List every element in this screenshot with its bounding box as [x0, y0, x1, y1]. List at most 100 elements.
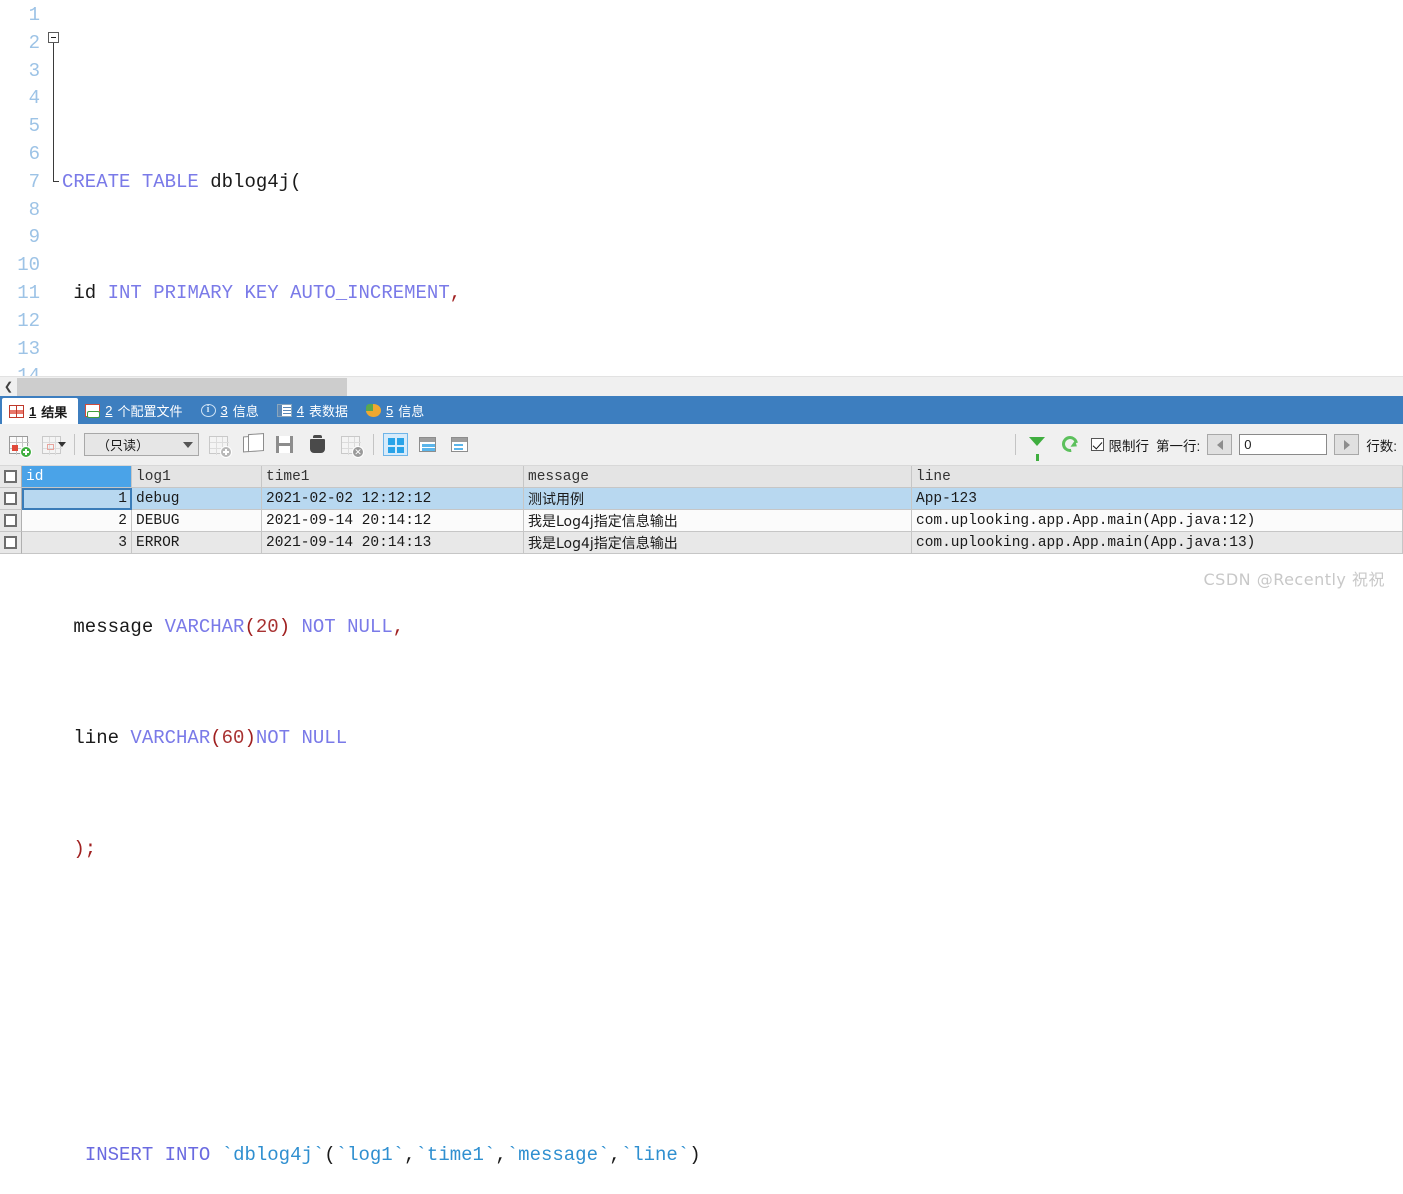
info-icon: i: [200, 403, 216, 417]
first-row-input[interactable]: [1239, 434, 1328, 455]
sql-editor[interactable]: 1 2 3 4 5 6 7 8 9 10 11 12 13 14 CREATE …: [0, 0, 1403, 1166]
result-tab-bar[interactable]: 1 结果 2 个配置文件 i 3 信息 4 表数据 5 信息: [0, 396, 1403, 424]
plus-badge-icon: [220, 445, 232, 458]
cell-id[interactable]: 2: [22, 510, 132, 532]
table-row[interactable]: 1 debug 2021-02-02 12:12:12 测试用例 App-123: [0, 488, 1403, 510]
tab-label: 个配置文件: [117, 403, 183, 419]
cell-id[interactable]: 1: [22, 488, 132, 510]
checkbox-icon[interactable]: [4, 514, 17, 527]
line-number: 2: [28, 31, 40, 54]
insert-record-button[interactable]: [206, 433, 232, 458]
row-select-cell[interactable]: [0, 532, 22, 554]
table-header-row: id log1 time1 message line: [0, 466, 1403, 488]
delete-record-button[interactable]: [305, 433, 331, 457]
first-row-increment-button[interactable]: [1334, 434, 1360, 455]
refresh-button[interactable]: [1058, 432, 1084, 457]
line-number: 1: [28, 4, 40, 26]
config-icon: [85, 403, 101, 418]
row-select-cell[interactable]: [0, 488, 22, 510]
select-all-cell[interactable]: [0, 466, 22, 488]
copy-record-button[interactable]: [239, 433, 265, 457]
tab-label: 结果: [41, 404, 68, 420]
sql-keyword: VARCHAR: [130, 726, 211, 749]
sql-keyword: NULL: [301, 726, 348, 749]
sql-identifier: dblog4j: [210, 170, 291, 193]
column-header-log1[interactable]: log1: [132, 466, 262, 488]
grid-red-icon: [9, 404, 24, 418]
code-line: CREATE TABLE dblog4j(: [62, 170, 302, 193]
table-row[interactable]: 2 DEBUG 2021-09-14 20:14:12 我是Log4j指定信息输…: [0, 510, 1403, 532]
cell-time1[interactable]: 2021-02-02 12:12:12: [262, 488, 524, 510]
cell-log1[interactable]: debug: [132, 488, 262, 510]
sql-keyword: PRIMARY: [153, 281, 234, 304]
grid-toolbar[interactable]: （只读） ✕ 限制行 第一行: 0 行数:: [0, 424, 1403, 466]
code-fold-column[interactable]: [46, 0, 62, 376]
cell-log1[interactable]: ERROR: [132, 532, 262, 554]
editor-horizontal-scrollbar[interactable]: ❮: [0, 376, 1403, 396]
row-select-cell[interactable]: [0, 510, 22, 532]
line-number: 13: [17, 337, 40, 360]
limit-rows-checkbox[interactable]: 限制行: [1091, 435, 1149, 455]
sql-keyword: CREATE: [62, 170, 131, 193]
tab-status-info[interactable]: 5 信息: [359, 396, 435, 424]
result-data-grid[interactable]: id log1 time1 message line 1 debug 2021-…: [0, 466, 1403, 558]
column-header-message[interactable]: message: [524, 466, 912, 488]
edit-mode-select[interactable]: （只读）: [84, 433, 199, 456]
sql-number: 60: [221, 726, 245, 749]
tab-result[interactable]: 1 结果: [2, 398, 79, 424]
scrollbar-thumb[interactable]: [17, 377, 347, 396]
sql-code-area[interactable]: CREATE TABLE dblog4j( id INT PRIMARY KEY…: [62, 0, 1403, 1166]
pie-icon: [366, 403, 381, 417]
tab-number: 2: [105, 402, 113, 418]
filter-button[interactable]: [1025, 433, 1051, 461]
scroll-left-arrow-icon[interactable]: ❮: [0, 377, 17, 396]
sql-keyword: AUTO_INCREMENT: [290, 281, 450, 304]
form-view-button[interactable]: [415, 433, 440, 456]
cell-line[interactable]: com.uplooking.app.App.main(App.java:13): [912, 532, 1403, 554]
code-line: id INT PRIMARY KEY AUTO_INCREMENT,: [73, 281, 462, 304]
record-options-button[interactable]: [39, 433, 66, 457]
checkbox-icon[interactable]: [1091, 438, 1105, 451]
cell-message[interactable]: 我是Log4j指定信息输出: [524, 510, 912, 532]
cell-id[interactable]: 3: [22, 532, 132, 554]
note-view-button[interactable]: [447, 433, 472, 456]
tab-label: 表数据: [308, 403, 348, 419]
cell-log1[interactable]: DEBUG: [132, 510, 262, 532]
cell-message[interactable]: 测试用例: [524, 488, 912, 510]
tab-profiles[interactable]: 2 个配置文件: [78, 396, 193, 424]
line-number: 10: [17, 254, 40, 277]
cell-message[interactable]: 我是Log4j指定信息输出: [524, 532, 912, 554]
checkbox-icon[interactable]: [4, 536, 17, 549]
sql-keyword: NULL: [347, 615, 393, 638]
table-row[interactable]: 3 ERROR 2021-09-14 20:14:13 我是Log4j指定信息输…: [0, 532, 1403, 554]
checkbox-icon[interactable]: [4, 492, 17, 505]
tab-table-data[interactable]: 4 表数据: [270, 396, 359, 424]
first-row-decrement-button[interactable]: [1207, 434, 1233, 455]
first-row-label: 第一行:: [1155, 438, 1201, 454]
scrollbar-track[interactable]: [17, 377, 1403, 396]
add-record-button[interactable]: [6, 433, 32, 458]
grid-view-button[interactable]: [383, 433, 408, 456]
edit-mode-value: （只读）: [97, 438, 150, 453]
cancel-record-button[interactable]: ✕: [338, 433, 364, 458]
tab-info[interactable]: i 3 信息: [194, 396, 270, 424]
row-count-label: 行数:: [1366, 438, 1397, 454]
chevron-down-icon[interactable]: [58, 441, 66, 447]
line-number: 12: [17, 309, 40, 332]
code-fold-toggle-icon[interactable]: [48, 32, 59, 43]
save-record-button[interactable]: [272, 433, 298, 457]
sql-keyword: TABLE: [141, 170, 199, 193]
cell-line[interactable]: App-123: [912, 488, 1403, 510]
filter-icon: [1029, 436, 1046, 461]
line-number: 7: [28, 170, 40, 193]
cell-time1[interactable]: 2021-09-14 20:14:12: [262, 510, 524, 532]
line-number: 4: [28, 87, 40, 110]
column-header-time1[interactable]: time1: [262, 466, 524, 488]
cell-time1[interactable]: 2021-09-14 20:14:13: [262, 532, 524, 554]
cell-line[interactable]: com.uplooking.app.App.main(App.java:12): [912, 510, 1403, 532]
column-header-id[interactable]: id: [22, 466, 132, 488]
checkbox-icon[interactable]: [4, 470, 17, 483]
column-header-line[interactable]: line: [912, 466, 1403, 488]
line-number: 6: [28, 142, 40, 165]
